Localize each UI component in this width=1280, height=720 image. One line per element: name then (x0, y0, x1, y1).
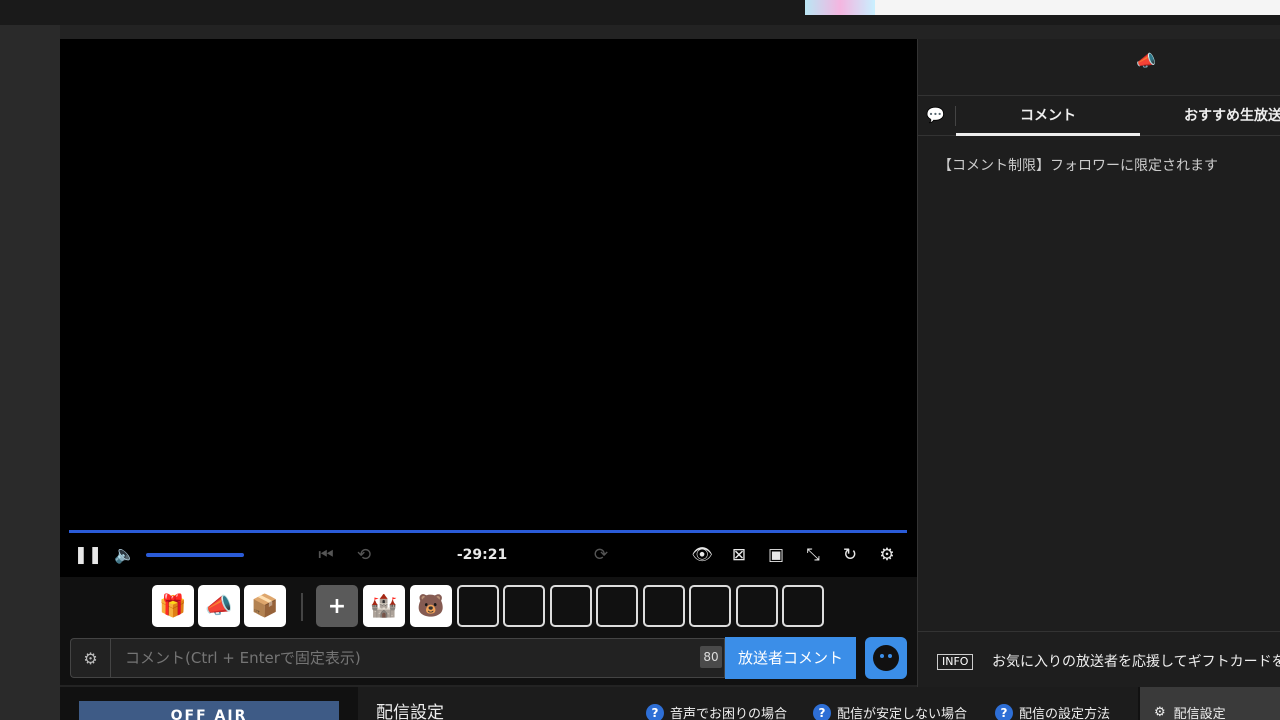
volume-slider[interactable] (146, 553, 244, 557)
help-link-unstable[interactable]: ? 配信が安定しない場合 (813, 703, 967, 720)
timecode: -29:21 (456, 547, 508, 563)
help-icon: ? (995, 703, 1013, 720)
eye-icon[interactable]: 👁 (689, 545, 715, 565)
empty-item-slot[interactable] (550, 585, 592, 627)
banner-ad[interactable] (805, 0, 1280, 15)
tab-comments[interactable]: コメント (1020, 96, 1076, 136)
help-link-label: 配信が安定しない場合 (837, 707, 968, 720)
reload-icon[interactable]: ↻ (837, 545, 863, 565)
empty-item-slot[interactable] (457, 585, 499, 627)
gear-icon[interactable]: ⚙ (874, 545, 900, 565)
gift-icon: 🎁 (159, 593, 187, 619)
banner-image (805, 0, 875, 15)
comment-panel: 📣 💬 コメント おすすめ生放送 【コメント制限】フォロワーに限定されます IN… (917, 39, 1280, 687)
help-icon: ? (813, 703, 831, 720)
seek-bar[interactable] (69, 530, 907, 533)
comment-settings-icon[interactable]: 💬 (926, 106, 946, 126)
info-ticker[interactable]: INFO お気に入りの放送者を応援してギフトカードを (918, 631, 1280, 687)
help-link-label: 音声でお困りの場合 (670, 707, 788, 720)
help-link-setup[interactable]: ? 配信の設定方法 (995, 703, 1110, 720)
gift-bar: 🎁 📣 📦 + 🏰 🐻 (60, 577, 917, 635)
empty-item-slot[interactable] (503, 585, 545, 627)
seek-bar-fill (69, 530, 907, 533)
tab-recommended[interactable]: おすすめ生放送 (1184, 96, 1280, 136)
emoji-icon (873, 645, 899, 671)
bottom-bar: OFF AIR 配信設定 ? 音声でお困りの場合 ? 配信が安定しない場合 ? … (60, 687, 1280, 720)
off-air-button[interactable]: OFF AIR (79, 701, 339, 720)
empty-item-slot[interactable] (596, 585, 638, 627)
add-item-button[interactable]: + (316, 585, 358, 627)
character-item-button[interactable]: 🐻 (410, 585, 452, 627)
castle-item-button[interactable]: 🏰 (363, 585, 405, 627)
rewind-10-icon[interactable]: ⟲ (351, 545, 377, 565)
help-icon: ? (646, 703, 664, 720)
broadcast-settings-panel: 配信設定 ? 音声でお困りの場合 ? 配信が安定しない場合 ? 配信の設定方法 (358, 687, 1138, 720)
announce-icon[interactable]: 📣 (1136, 51, 1156, 70)
theater-icon[interactable]: ▣ (763, 545, 789, 565)
broadcast-settings-button[interactable]: ⚙ 配信設定 (1140, 687, 1280, 720)
settings-label: 配信設定 (1173, 707, 1226, 720)
character-icon: 🐻 (417, 593, 445, 619)
gear-icon: ⚙ (1154, 705, 1166, 720)
empty-item-slot[interactable] (643, 585, 685, 627)
volume-icon[interactable]: 🔈 (112, 545, 138, 565)
comment-settings-icon[interactable]: ⚙ (70, 638, 110, 678)
emoji-button[interactable] (865, 637, 907, 679)
panel-tabs: 💬 コメント おすすめ生放送 (918, 96, 1280, 136)
skip-back-icon[interactable]: ⏮ (313, 545, 339, 565)
divider (301, 593, 303, 621)
close-box-icon[interactable]: ⊠ (726, 545, 752, 565)
help-link-label: 配信の設定方法 (1019, 707, 1111, 720)
fullscreen-icon[interactable]: ⤡ (800, 545, 826, 565)
forward-10-icon[interactable]: ⟳ (588, 545, 614, 565)
announce-icon: 📣 (205, 593, 233, 619)
info-text: お気に入りの放送者を応援してギフトカードを (992, 654, 1280, 670)
active-tab-indicator (956, 133, 1140, 136)
box-icon: 📦 (251, 593, 279, 619)
empty-item-slot[interactable] (689, 585, 731, 627)
video-player[interactable]: ❚❚ 🔈 ⏮ ⟲ -29:21 ⟳ 👁 ⊠ ▣ ⤡ ↻ ⚙ (60, 39, 917, 577)
panel-header: 📣 (918, 39, 1280, 96)
castle-icon: 🏰 (370, 593, 398, 619)
gift-button[interactable]: 🎁 (152, 585, 194, 627)
pause-icon[interactable]: ❚❚ (74, 545, 103, 565)
empty-item-slot[interactable] (782, 585, 824, 627)
info-badge: INFO (937, 654, 974, 670)
panel-title: 配信設定 (376, 703, 444, 720)
char-count-badge: 80 (700, 646, 722, 668)
left-gutter (0, 25, 60, 720)
announce-button[interactable]: 📣 (198, 585, 240, 627)
top-bar (0, 0, 1280, 25)
comment-restriction-notice: 【コメント制限】フォロワーに限定されます (938, 158, 1218, 174)
comment-input[interactable] (110, 638, 725, 678)
help-link-audio[interactable]: ? 音声でお困りの場合 (646, 703, 787, 720)
comment-bar: ⚙ 80 放送者コメント (60, 635, 917, 685)
divider (955, 106, 956, 126)
broadcaster-comment-button[interactable]: 放送者コメント (725, 637, 856, 679)
empty-item-slot[interactable] (736, 585, 778, 627)
box-button[interactable]: 📦 (244, 585, 286, 627)
